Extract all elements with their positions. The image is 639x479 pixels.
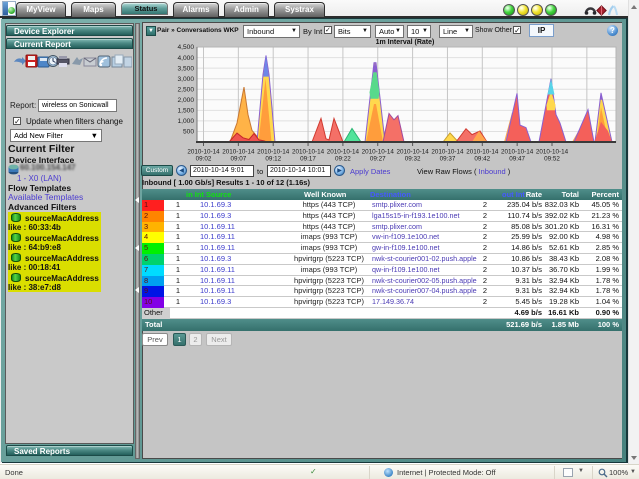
svg-text:3,000: 3,000 [177,76,194,83]
svg-text:09:37: 09:37 [440,156,456,163]
svg-text:09:07: 09:07 [230,156,246,163]
svg-text:1m Interval (Rate): 1m Interval (Rate) [376,39,435,46]
svg-text:2010-10-14: 2010-10-14 [362,149,395,156]
svg-text:2010-10-14: 2010-10-14 [257,149,290,156]
svg-text:3,500: 3,500 [177,65,194,72]
svg-text:09:52: 09:52 [544,156,560,163]
svg-text:2010-10-14: 2010-10-14 [187,149,220,156]
svg-text:09:27: 09:27 [370,156,386,163]
svg-text:2010-10-14: 2010-10-14 [327,149,360,156]
svg-text:2010-10-14: 2010-10-14 [431,149,464,156]
svg-text:2010-10-14: 2010-10-14 [292,149,325,156]
svg-text:4,000: 4,000 [177,55,194,62]
svg-text:2010-10-14: 2010-10-14 [536,149,569,156]
svg-text:2010-10-14: 2010-10-14 [501,149,534,156]
svg-text:1,500: 1,500 [177,108,194,115]
svg-text:09:12: 09:12 [265,156,281,163]
svg-text:09:47: 09:47 [509,156,525,163]
svg-text:09:02: 09:02 [196,156,212,163]
svg-text:09:17: 09:17 [300,156,316,163]
svg-text:09:32: 09:32 [405,156,421,163]
svg-text:1,000: 1,000 [177,118,194,125]
svg-text:2,500: 2,500 [177,86,194,93]
svg-text:2010-10-14: 2010-10-14 [466,149,499,156]
svg-text:500: 500 [183,129,194,136]
svg-text:2010-10-14: 2010-10-14 [222,149,255,156]
svg-text:2010-10-14: 2010-10-14 [396,149,429,156]
svg-text:09:42: 09:42 [474,156,490,163]
svg-text:2,000: 2,000 [177,97,194,104]
svg-text:09:22: 09:22 [335,156,351,163]
svg-text:4,500: 4,500 [177,44,194,51]
